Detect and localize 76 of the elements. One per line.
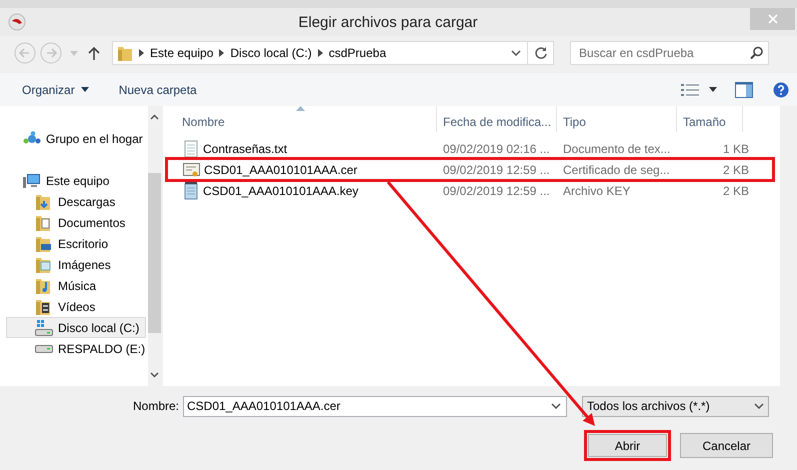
sort-arrow-icon xyxy=(296,106,304,111)
scroll-up-icon[interactable] xyxy=(150,114,160,120)
scroll-down-icon[interactable] xyxy=(150,372,160,378)
computer-icon xyxy=(23,172,41,188)
type-cell-text: Certificado de seg... xyxy=(562,162,671,176)
caret-icon xyxy=(70,50,78,56)
dropdown-icon[interactable] xyxy=(511,50,521,56)
file-name: CSD01_AAA010101AAA.key xyxy=(203,184,358,198)
size-cell-text: 1 KB xyxy=(722,142,750,156)
breadcrumb[interactable]: Disco local (C:) xyxy=(230,46,312,60)
caret-icon xyxy=(80,87,89,92)
file-name-field[interactable]: CSD01_AAA010101AAA.cer xyxy=(183,396,567,416)
search-icon[interactable] xyxy=(750,46,763,60)
refresh-icon[interactable] xyxy=(534,46,548,60)
pictures-folder-icon xyxy=(35,256,53,274)
search-field[interactable]: Buscar en csdPrueba xyxy=(570,41,769,65)
type-cell-text: Documento de tex... xyxy=(562,142,672,156)
sidebar-item[interactable]: Escritorio xyxy=(6,233,146,254)
breadcrumb[interactable]: csdPrueba xyxy=(328,46,386,60)
size-cell-text: 2 KB xyxy=(722,184,750,198)
music-folder-icon xyxy=(35,276,53,294)
documents-folder-icon xyxy=(35,214,53,232)
sidebar-item[interactable]: Este equipo xyxy=(6,170,146,191)
file-name: Contraseñas.txt xyxy=(203,142,288,156)
column-header[interactable]: Tamaño xyxy=(677,106,743,132)
sidebar-item[interactable]: Documentos xyxy=(6,212,146,233)
sidebar-item[interactable]: Disco local (C:) xyxy=(6,317,146,338)
certificate-icon xyxy=(183,162,200,178)
view-options-icon[interactable] xyxy=(681,82,699,96)
window-title: Elegir archivos para cargar xyxy=(297,14,479,30)
sidebar-item[interactable]: Vídeos xyxy=(6,296,146,317)
date-cell-text: 09/02/2019 12:59 ... xyxy=(442,162,551,176)
open-button[interactable]: Abrir xyxy=(584,430,671,461)
file-name: CSD01_AAA010101AAA.cer xyxy=(204,162,358,176)
dropdown-icon[interactable] xyxy=(754,403,764,409)
drive-icon xyxy=(35,344,53,352)
dropdown-icon[interactable] xyxy=(551,403,561,409)
file-name-label: Nombre: xyxy=(132,399,180,413)
cancel-button[interactable]: Cancelar xyxy=(680,433,773,458)
sidebar-item[interactable]: Música xyxy=(6,275,146,296)
breadcrumb[interactable]: Este equipo xyxy=(150,46,214,60)
app-logo-icon xyxy=(8,13,26,31)
file-row[interactable]: CSD01_AAA010101AAA.key 09/02/2019 12:59 ... Archivo KEY 2 KB xyxy=(167,180,773,201)
desktop-folder-icon xyxy=(35,234,53,252)
address-bar[interactable]: Este equipo Disco local (C:) csdPrueba xyxy=(112,41,554,65)
homegroup-icon xyxy=(23,130,41,146)
help-icon[interactable] xyxy=(773,82,789,98)
file-row[interactable]: CSD01_AAA010101AAA.cer 09/02/2019 12:59 ... Certificado de seg... 2 KB xyxy=(167,159,773,180)
folder-icon xyxy=(117,44,133,62)
type-cell-text: Archivo KEY xyxy=(562,184,632,198)
notepad-file-icon xyxy=(183,182,199,200)
up-arrow-icon[interactable] xyxy=(88,46,100,60)
videos-folder-icon xyxy=(35,298,53,316)
chevron-icon xyxy=(318,49,323,57)
sidebar-item[interactable]: RESPALDO (E:) xyxy=(6,338,146,359)
date-cell-text: 09/02/2019 12:59 ... xyxy=(442,184,551,198)
scrollbar[interactable] xyxy=(148,106,162,386)
sidebar-item[interactable]: Descargas xyxy=(6,191,146,212)
sidebar-item[interactable]: Imágenes xyxy=(6,254,146,275)
chevron-icon xyxy=(219,49,224,57)
sidebar-item[interactable]: Grupo en el hogar xyxy=(6,128,146,149)
file-type-dropdown[interactable]: Todos los archivos (*.*) xyxy=(582,396,769,416)
column-header[interactable]: Tipo xyxy=(557,106,677,132)
downloads-folder-icon xyxy=(35,192,53,210)
new-folder-button[interactable]: Nueva carpeta xyxy=(118,82,197,96)
column-header[interactable]: Fecha de modifica... xyxy=(437,106,557,132)
size-cell-text: 2 KB xyxy=(722,162,750,176)
caret-icon xyxy=(709,87,717,92)
text-file-icon xyxy=(183,140,199,158)
date-cell-text: 09/02/2019 02:16 ... xyxy=(442,142,551,156)
system-drive-icon xyxy=(35,318,53,336)
chevron-icon xyxy=(139,49,144,57)
column-header[interactable]: Nombre xyxy=(163,106,437,132)
file-row[interactable]: Contraseñas.txt 09/02/2019 02:16 ... Documento de tex... 1 KB xyxy=(167,138,773,159)
preview-pane-icon[interactable] xyxy=(735,82,753,98)
organize-menu[interactable]: Organizar xyxy=(22,82,89,96)
